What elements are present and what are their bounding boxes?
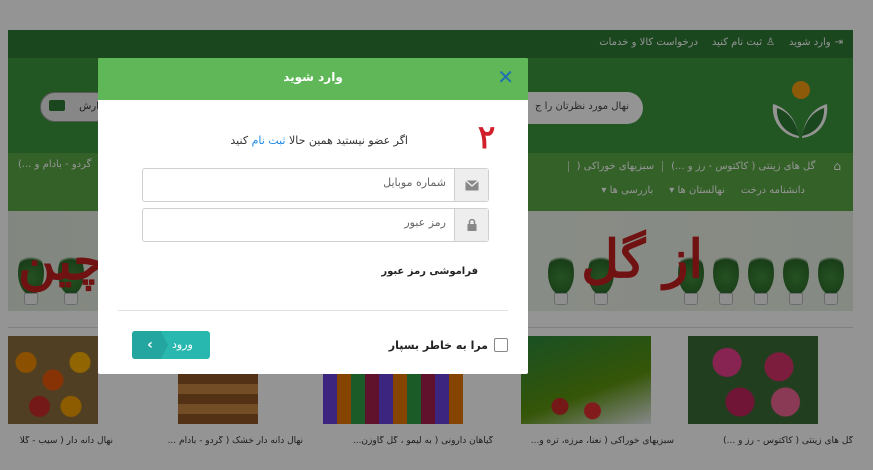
login-button[interactable]: ‹ ورود xyxy=(132,331,210,359)
remember-me[interactable]: مرا به خاطر بسپار xyxy=(389,338,508,352)
prompt-suffix: کنید xyxy=(230,134,249,147)
prompt-prefix: اگر عضو نیستید همین حالا xyxy=(288,134,408,147)
forgot-password-link[interactable]: فراموشی رمز عبور xyxy=(381,266,478,277)
register-prompt: اگر عضو نیستید همین حالا ثبت نام کنید xyxy=(230,134,408,147)
register-link[interactable]: ثبت نام xyxy=(252,134,286,147)
remember-label: مرا به خاطر بسپار xyxy=(388,338,488,352)
modal-header: وارد شوید ✕ xyxy=(98,58,528,100)
login-modal: وارد شوید ✕ ۲ اگر عضو نیستید همین حالا ث… xyxy=(98,58,528,374)
modal-title: وارد شوید xyxy=(283,70,343,84)
close-icon[interactable]: ✕ xyxy=(497,67,514,87)
mobile-input[interactable] xyxy=(166,176,446,189)
divider xyxy=(118,310,508,311)
remember-checkbox[interactable] xyxy=(494,338,508,352)
envelope-icon xyxy=(454,169,488,201)
step-number: ۲ xyxy=(478,118,496,156)
chevron-left-icon: ‹ xyxy=(132,331,168,359)
password-input[interactable] xyxy=(166,216,446,229)
login-button-label: ورود xyxy=(172,338,193,351)
lock-icon xyxy=(454,209,488,241)
mobile-field xyxy=(142,168,489,202)
password-field xyxy=(142,208,489,242)
